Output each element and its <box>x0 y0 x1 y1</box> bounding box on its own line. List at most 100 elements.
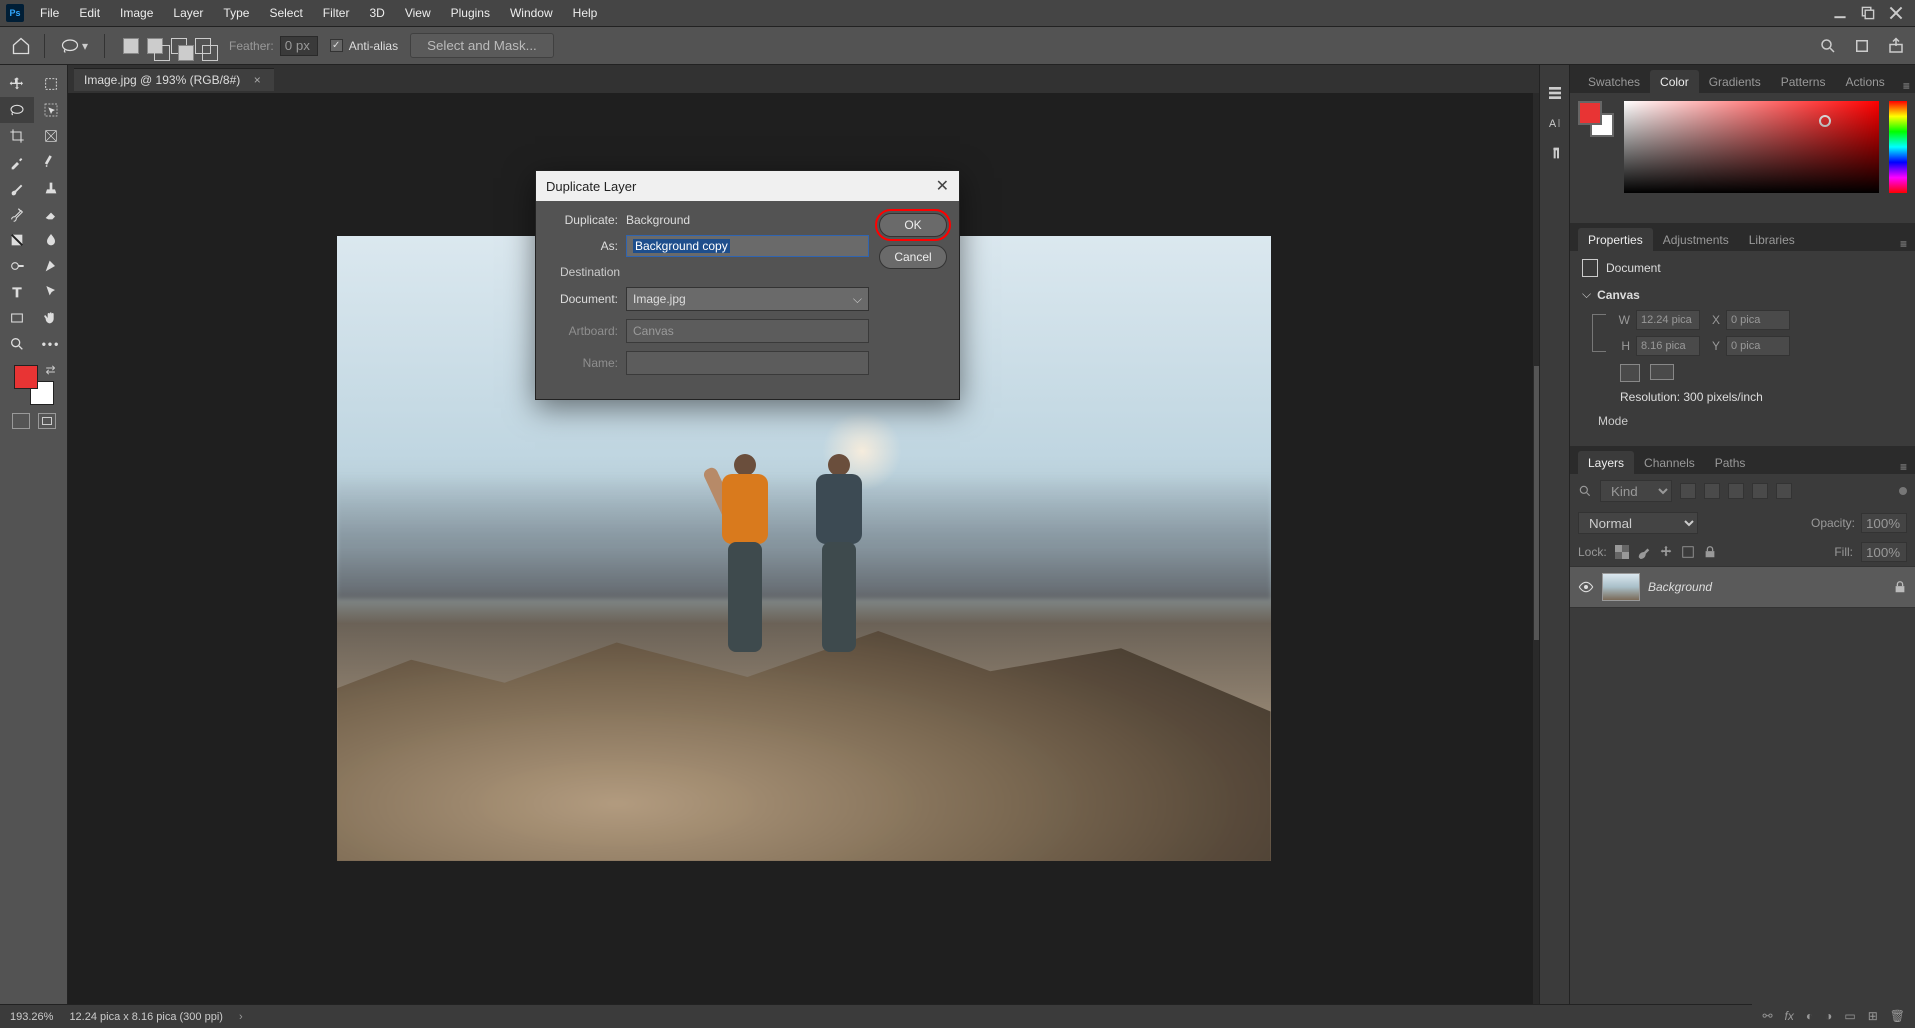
antialias-checkbox[interactable]: ✓ Anti-alias <box>330 39 398 53</box>
dialog-titlebar[interactable]: Duplicate Layer ✕ <box>536 171 959 201</box>
ok-button[interactable]: OK <box>879 213 947 237</box>
healing-brush-tool[interactable] <box>34 149 68 175</box>
dodge-tool[interactable] <box>0 253 34 279</box>
fill-input[interactable] <box>1861 542 1907 562</box>
menu-filter[interactable]: Filter <box>313 0 360 27</box>
selection-new[interactable] <box>123 38 139 54</box>
history-brush-tool[interactable] <box>0 201 34 227</box>
search-icon[interactable] <box>1578 484 1592 498</box>
gradient-tool[interactable] <box>0 227 34 253</box>
color-panel-swatches[interactable] <box>1578 101 1614 137</box>
tab-layers[interactable]: Layers <box>1578 451 1634 474</box>
lock-artboard-icon[interactable] <box>1681 545 1695 559</box>
tab-patterns[interactable]: Patterns <box>1771 70 1836 93</box>
character-panel-icon[interactable]: A <box>1547 115 1563 131</box>
document-select[interactable]: Image.jpg ⌵ <box>626 287 869 311</box>
toolbar-color-swatches[interactable]: ⇄ <box>14 365 54 405</box>
tab-actions[interactable]: Actions <box>1835 70 1894 93</box>
menu-view[interactable]: View <box>395 0 441 27</box>
lock-position-icon[interactable] <box>1659 545 1673 559</box>
as-input[interactable]: Background copy <box>626 235 869 257</box>
menu-help[interactable]: Help <box>563 0 608 27</box>
feather-input[interactable] <box>280 36 318 56</box>
select-and-mask-button[interactable]: Select and Mask... <box>410 33 554 58</box>
quickmask-mask[interactable] <box>38 413 56 429</box>
eyedropper-tool[interactable] <box>0 149 34 175</box>
link-dimensions-icon[interactable] <box>1592 314 1606 352</box>
eraser-tool[interactable] <box>34 201 68 227</box>
close-icon[interactable] <box>1889 6 1903 20</box>
link-layers-icon[interactable]: ⚯ <box>1762 1009 1772 1023</box>
share-icon[interactable] <box>1887 37 1905 55</box>
document-tab[interactable]: Image.jpg @ 193% (RGB/8#) × <box>74 68 274 91</box>
paragraph-panel-icon[interactable] <box>1547 145 1563 161</box>
filter-adjustment-icon[interactable] <box>1704 483 1720 499</box>
color-field[interactable] <box>1624 101 1879 193</box>
filter-smart-icon[interactable] <box>1776 483 1792 499</box>
portrait-button[interactable] <box>1620 364 1640 382</box>
status-caret-icon[interactable]: › <box>239 1011 243 1023</box>
pen-tool[interactable] <box>34 253 68 279</box>
panel-menu-icon[interactable]: ≡ <box>1892 460 1915 474</box>
height-input[interactable] <box>1636 336 1700 356</box>
delete-layer-icon[interactable]: 🗑 <box>1890 1009 1905 1023</box>
tab-close-icon[interactable]: × <box>250 73 264 87</box>
blur-tool[interactable] <box>34 227 68 253</box>
y-input[interactable] <box>1726 336 1790 356</box>
foreground-color-swatch[interactable] <box>14 365 38 389</box>
filter-pixel-icon[interactable] <box>1680 483 1696 499</box>
menu-layer[interactable]: Layer <box>163 0 213 27</box>
selection-subtract[interactable] <box>171 38 187 54</box>
rectangle-tool[interactable] <box>0 305 34 331</box>
edit-toolbar[interactable]: ••• <box>34 331 68 357</box>
panel-menu-icon[interactable]: ≡ <box>1892 237 1915 251</box>
selection-add[interactable] <box>147 38 163 54</box>
menu-3d[interactable]: 3D <box>359 0 394 27</box>
filter-toggle[interactable] <box>1899 487 1907 495</box>
tab-libraries[interactable]: Libraries <box>1739 228 1805 251</box>
menu-plugins[interactable]: Plugins <box>441 0 500 27</box>
tab-gradients[interactable]: Gradients <box>1699 70 1771 93</box>
zoom-tool[interactable] <box>0 331 34 357</box>
object-selection-tool[interactable] <box>34 97 68 123</box>
tab-adjustments[interactable]: Adjustments <box>1653 228 1739 251</box>
blend-mode-select[interactable]: Normal <box>1578 512 1698 534</box>
vertical-scrollbar[interactable] <box>1533 93 1539 1004</box>
visibility-eye-icon[interactable] <box>1578 579 1594 595</box>
lasso-tool[interactable] <box>0 97 34 123</box>
menu-window[interactable]: Window <box>500 0 563 27</box>
crop-tool[interactable] <box>0 123 34 149</box>
layer-lock-icon[interactable] <box>1893 580 1907 594</box>
hue-slider[interactable] <box>1889 101 1907 193</box>
layer-mask-icon[interactable]: ◐ <box>1806 1009 1813 1023</box>
tool-preset-lasso[interactable]: ▾ <box>57 36 92 56</box>
lock-all-icon[interactable] <box>1703 545 1717 559</box>
history-panel-icon[interactable] <box>1547 85 1563 101</box>
maximize-icon[interactable] <box>1861 6 1875 20</box>
menu-edit[interactable]: Edit <box>69 0 110 27</box>
width-input[interactable] <box>1636 310 1700 330</box>
home-icon[interactable] <box>10 36 32 56</box>
menu-image[interactable]: Image <box>110 0 163 27</box>
opacity-input[interactable] <box>1861 513 1907 533</box>
cancel-button[interactable]: Cancel <box>879 245 947 269</box>
new-layer-icon[interactable]: ⊞ <box>1868 1009 1878 1023</box>
tab-properties[interactable]: Properties <box>1578 228 1653 251</box>
layer-thumbnail[interactable] <box>1602 573 1640 601</box>
layer-group-icon[interactable]: ▭ <box>1844 1009 1855 1023</box>
brush-tool[interactable] <box>0 175 34 201</box>
menu-file[interactable]: File <box>30 0 69 27</box>
frame-tool[interactable] <box>34 123 68 149</box>
layer-kind-select[interactable]: Kind <box>1600 480 1672 502</box>
minimize-icon[interactable] <box>1833 6 1847 20</box>
marquee-tool[interactable] <box>34 71 68 97</box>
move-tool[interactable] <box>0 71 34 97</box>
filter-shape-icon[interactable] <box>1752 483 1768 499</box>
menu-type[interactable]: Type <box>213 0 259 27</box>
x-input[interactable] <box>1726 310 1790 330</box>
filter-type-icon[interactable] <box>1728 483 1744 499</box>
status-zoom[interactable]: 193.26% <box>10 1011 53 1023</box>
selection-intersect[interactable] <box>195 38 211 54</box>
dialog-close-icon[interactable]: ✕ <box>936 176 949 196</box>
path-selection-tool[interactable] <box>34 279 68 305</box>
